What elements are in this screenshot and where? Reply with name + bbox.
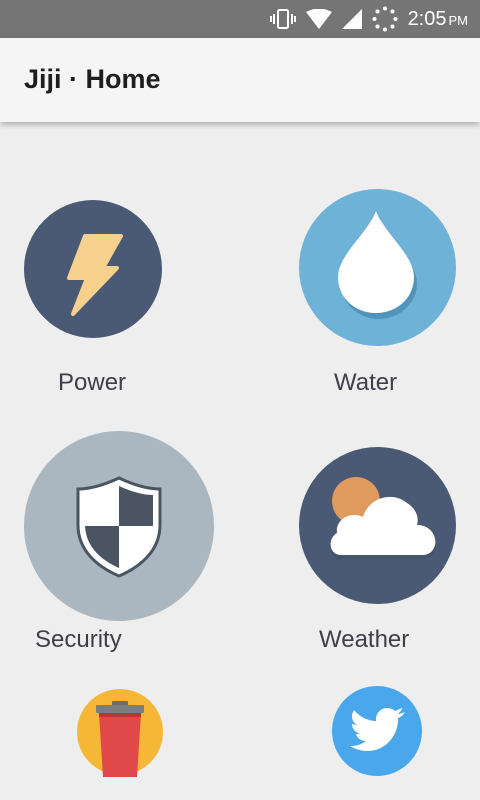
tile-label-weather: Weather [319,626,410,653]
clock-ampm: PM [448,12,469,28]
shield-icon [74,475,164,584]
app-bar: Jiji · Home [0,38,480,122]
status-icons: 2:05 PM [269,0,468,38]
tile-trash[interactable] [70,685,170,785]
status-bar: 2:05 PM [0,0,480,38]
tile-water[interactable]: Water [280,185,480,405]
tile-label-water: Water [334,369,398,396]
tile-label-security: Security [35,626,122,653]
vibrate-icon [269,8,296,30]
cell-signal-icon [341,9,362,29]
security-circle [24,431,214,621]
tile-twitter[interactable] [325,680,435,790]
weather-circle [299,447,456,604]
loading-icon [372,6,398,32]
twitter-icon [350,706,406,759]
tile-power[interactable]: Power [0,195,200,405]
clock-time: 2:05 [407,7,447,30]
cloud-sun-icon [327,475,439,574]
power-circle [24,200,162,338]
water-circle [299,189,456,346]
wifi-icon [305,9,332,29]
clock: 2:05 PM [408,8,468,31]
tile-security[interactable]: Security [0,430,220,660]
twitter-circle [332,686,422,776]
trash-icon [94,697,146,782]
trash-circle [77,689,163,777]
water-drop-icon [335,209,421,326]
tile-weather[interactable]: Weather [280,440,480,660]
lightning-icon [59,230,129,325]
page-title: Jiji · Home [24,64,161,94]
tile-label-power: Power [58,369,127,396]
